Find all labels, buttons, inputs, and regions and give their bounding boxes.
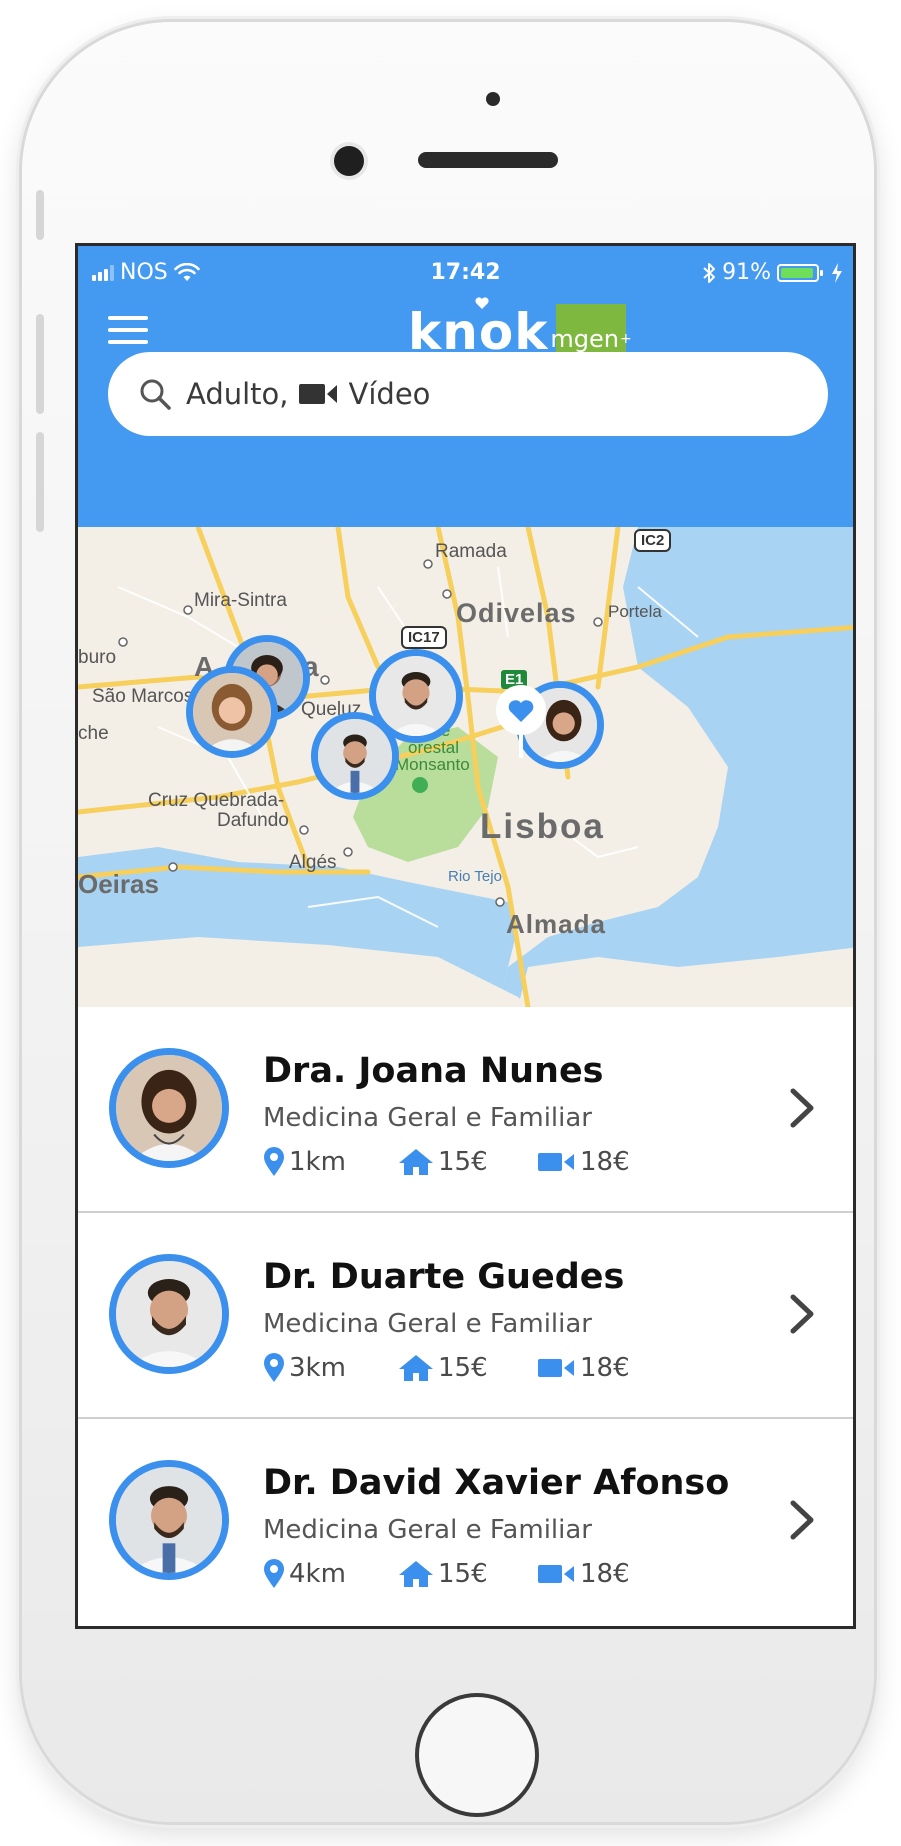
location-pin-icon	[264, 1147, 284, 1176]
map-label-lisboa: Lisboa	[480, 807, 605, 846]
video-camera-icon	[538, 1565, 574, 1583]
earpiece-speaker	[418, 152, 558, 168]
doctor-name: Dra. Joana Nunes	[263, 1051, 604, 1091]
front-camera	[334, 146, 364, 176]
map-label-mira-sintra: Mira-Sintra	[194, 590, 287, 611]
doctor-meta: 3km 15€ 18€	[263, 1353, 630, 1383]
doctor-specialty: Medicina Geral e Familiar	[263, 1103, 592, 1133]
map-view[interactable]: Ramada Mira-Sintra Odivelas Portela IC2 …	[78, 527, 853, 1007]
map-label-parque-3: Monsanto	[395, 755, 470, 774]
location-pin-icon	[264, 1559, 284, 1588]
home-icon	[399, 1149, 433, 1175]
search-video-filter: Vídeo	[348, 377, 431, 411]
doctor-distance: 1km	[289, 1147, 346, 1177]
doctor-distance: 4km	[289, 1559, 346, 1589]
proximity-sensor	[486, 92, 500, 106]
doctor-name: Dr. David Xavier Afonso	[263, 1463, 730, 1503]
doctor-row[interactable]: Dr. Duarte Guedes Medicina Geral e Famil…	[78, 1213, 853, 1419]
doctor-video-price: 18€	[580, 1559, 630, 1589]
favorite-marker[interactable]	[495, 684, 547, 760]
map-doctor-pin[interactable]	[311, 712, 399, 800]
map-label-sao-marcos: São Marcos	[92, 686, 194, 707]
doctor-row[interactable]: Dr. David Xavier Afonso Medicina Geral e…	[78, 1419, 853, 1625]
chevron-right-icon	[790, 1294, 814, 1334]
doctor-video-price: 18€	[580, 1353, 630, 1383]
video-camera-icon	[538, 1359, 574, 1377]
map-label-oeiras: Oeiras	[78, 869, 159, 899]
doctor-home-price: 15€	[438, 1353, 488, 1383]
bluetooth-icon	[703, 262, 716, 283]
doctor-meta: 1km 15€ 18€	[263, 1147, 630, 1177]
doctor-home-price: 15€	[438, 1147, 488, 1177]
map-label-alges: Algés	[289, 852, 337, 873]
map-doctor-pin[interactable]	[186, 666, 278, 758]
doctor-specialty: Medicina Geral e Familiar	[263, 1515, 592, 1545]
volume-up-button	[36, 314, 44, 414]
menu-icon[interactable]	[108, 316, 148, 346]
avatar	[109, 1254, 229, 1374]
battery-icon	[777, 263, 823, 282]
avatar	[109, 1048, 229, 1168]
doctor-list: Dra. Joana Nunes Medicina Geral e Famili…	[78, 1007, 853, 1625]
app-screen: NOS 17:42 91% knok mgen + Adulto, Vídeo …	[75, 243, 856, 1629]
road-sign-ic2: IC2	[634, 529, 672, 552]
doctor-video-price: 18€	[580, 1147, 630, 1177]
map-label-rio-tejo: Rio Tejo	[448, 868, 502, 885]
doctor-home-price: 15€	[438, 1559, 488, 1589]
volume-down-button	[36, 432, 44, 532]
map-label-dafundo: Dafundo	[217, 810, 289, 831]
search-bar[interactable]: Adulto, Vídeo	[108, 352, 828, 436]
chevron-right-icon	[790, 1088, 814, 1128]
map-label-odivelas: Odivelas	[456, 598, 577, 628]
search-adult-filter: Adulto,	[186, 377, 289, 411]
logo-heart-icon	[475, 297, 489, 309]
charging-icon	[832, 262, 842, 283]
video-camera-icon	[298, 384, 337, 404]
location-pin-icon	[264, 1353, 284, 1382]
partner-text: mgen	[550, 325, 619, 353]
doctor-meta: 4km 15€ 18€	[263, 1559, 630, 1589]
home-button[interactable]	[415, 1693, 539, 1817]
battery-percent: 91%	[722, 260, 771, 285]
doctor-name: Dr. Duarte Guedes	[263, 1257, 625, 1297]
chevron-right-icon	[790, 1500, 814, 1540]
doctor-specialty: Medicina Geral e Familiar	[263, 1309, 592, 1339]
map-label-portela: Portela	[608, 602, 662, 621]
app-header: NOS 17:42 91% knok mgen + Adulto, Vídeo	[78, 246, 853, 527]
map-label-che: che	[78, 723, 109, 744]
video-camera-icon	[538, 1153, 574, 1171]
map-label-buro: buro	[78, 647, 117, 668]
status-bar: NOS 17:42 91%	[78, 256, 853, 292]
doctor-row[interactable]: Dra. Joana Nunes Medicina Geral e Famili…	[78, 1007, 853, 1213]
map-label-cruz-quebrada: Cruz Quebrada-	[148, 790, 285, 811]
map-label-almada: Almada	[506, 909, 606, 939]
avatar	[109, 1460, 229, 1580]
home-icon	[399, 1355, 433, 1381]
map-label-ramada: Ramada	[435, 541, 507, 562]
mute-switch	[36, 190, 44, 240]
road-sign-ic17: IC17	[401, 626, 447, 649]
doctor-distance: 3km	[289, 1353, 346, 1383]
search-icon	[140, 379, 171, 410]
home-icon	[399, 1561, 433, 1587]
